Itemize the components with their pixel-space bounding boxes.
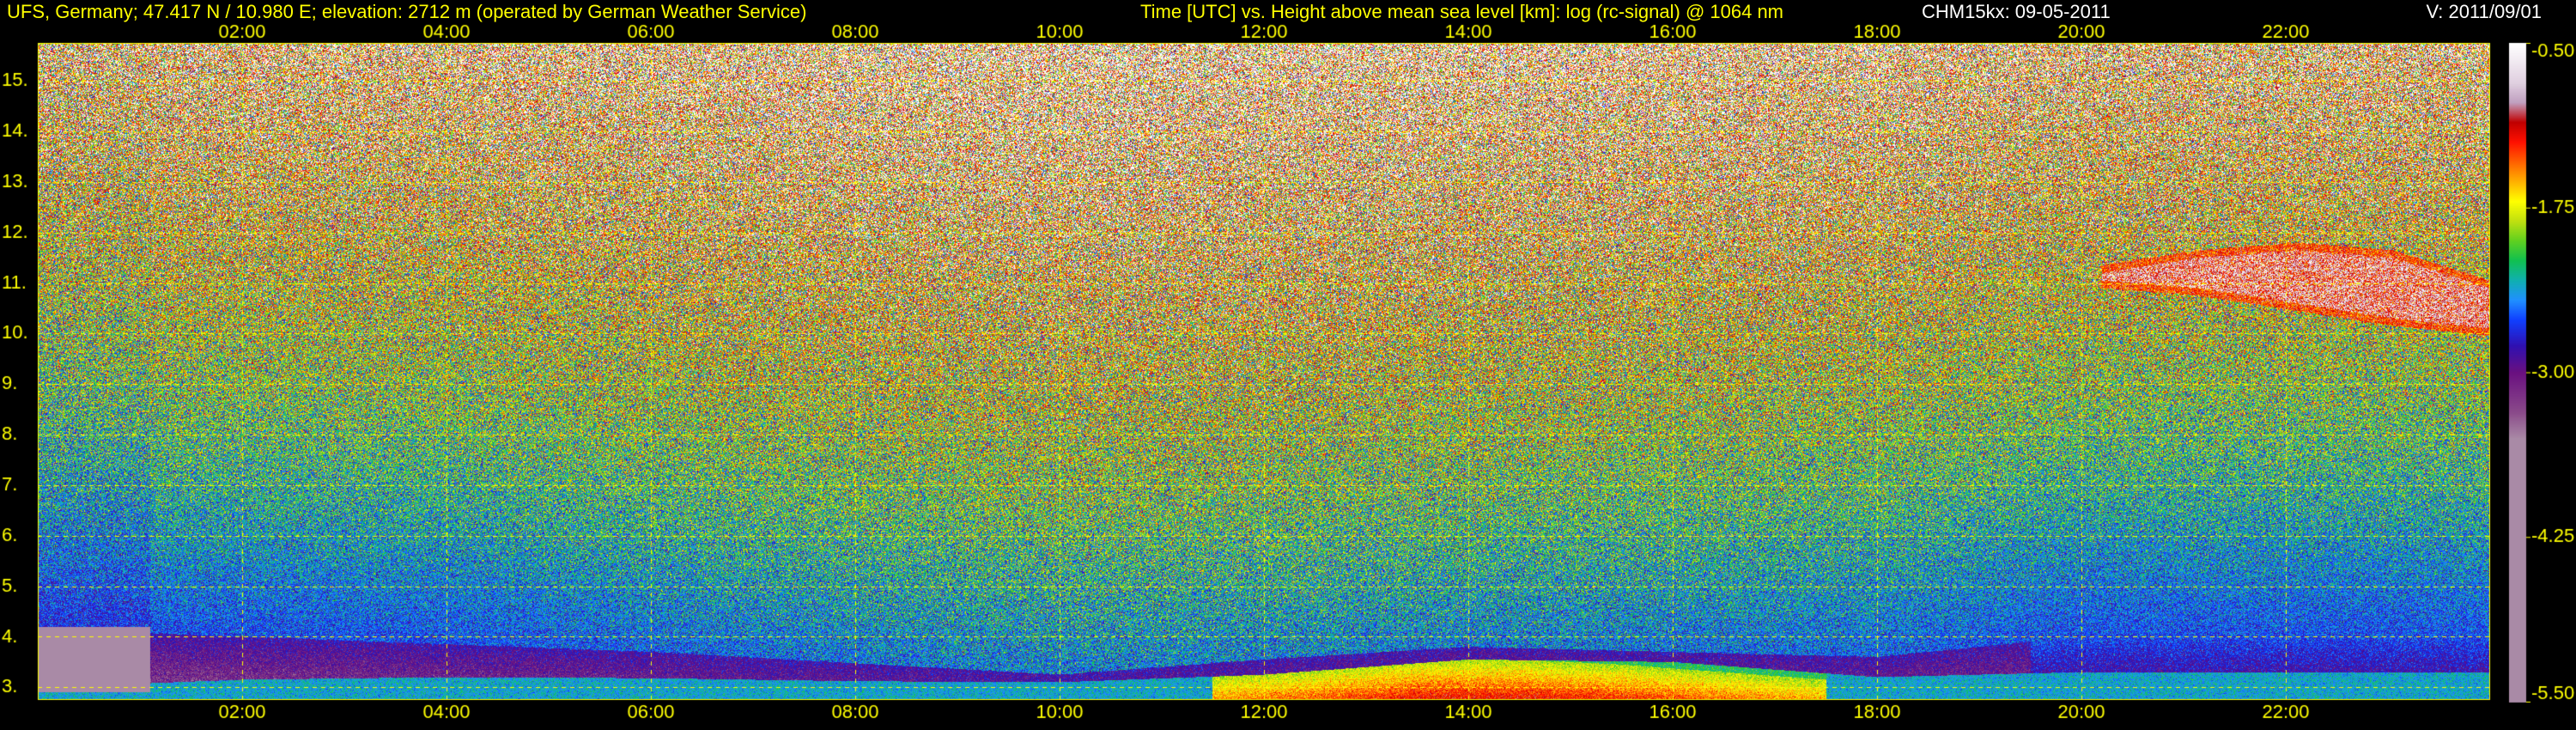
axes-description: Time [UTC] vs. Height above mean sea lev… bbox=[1140, 0, 1783, 24]
lidar-heatmap-canvas bbox=[0, 0, 2576, 730]
instrument-label: CHM15kx: 09-05-2011 bbox=[1922, 0, 2111, 24]
station-title: UFS, Germany; 47.417 N / 10.980 E; eleva… bbox=[7, 0, 806, 24]
version-label: V: 2011/09/01 bbox=[2426, 0, 2542, 24]
